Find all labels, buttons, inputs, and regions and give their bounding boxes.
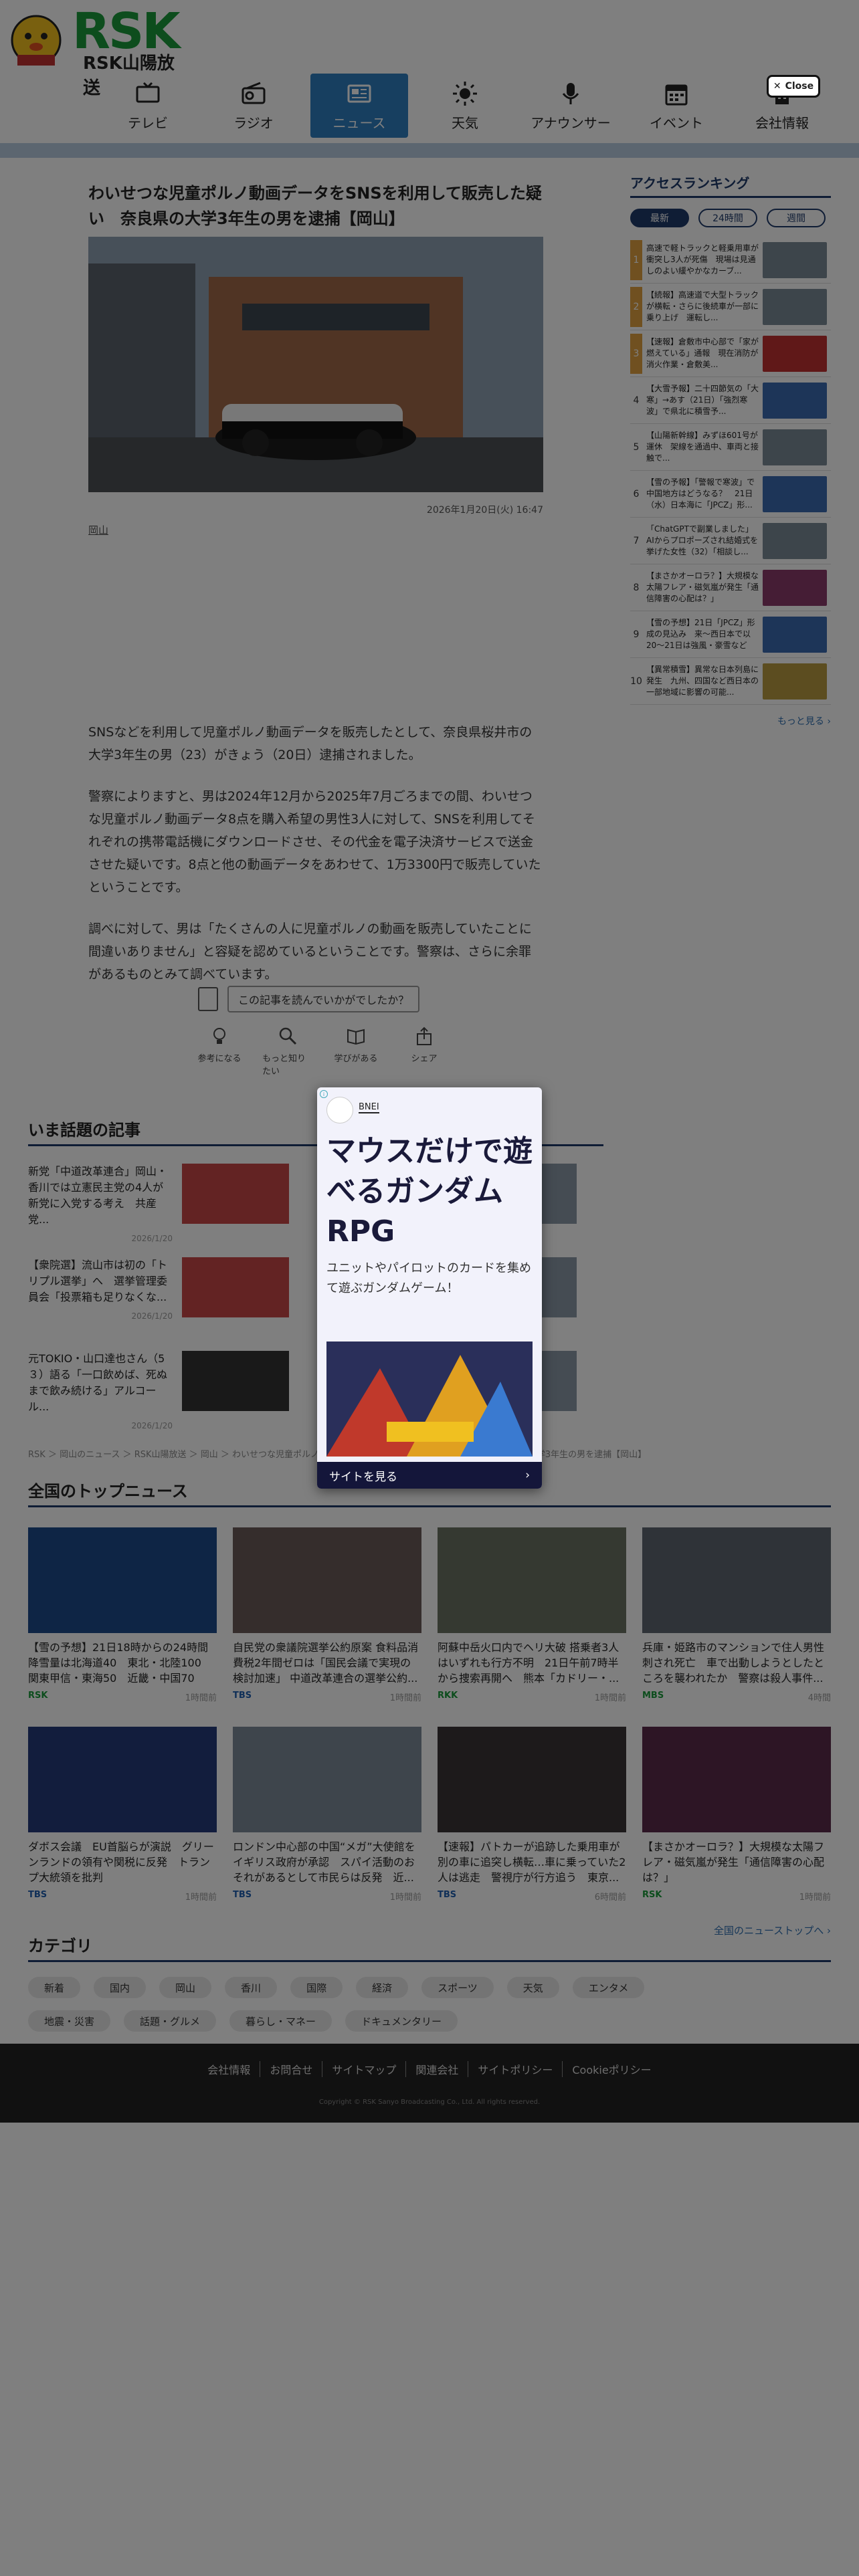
close-button[interactable]: ✕ Close (767, 75, 820, 98)
ad-subtext: ユニットやパイロットのカードを集めて遊ぶガンダムゲーム！ (326, 1261, 531, 1295)
close-icon: ✕ (773, 81, 781, 92)
ad-game-image (326, 1341, 533, 1457)
ad-header: BNEI (317, 1087, 542, 1125)
chevron-right-icon: › (525, 1469, 530, 1482)
ad-brand-name: BNEI (359, 1102, 379, 1113)
ad-brand-logo (326, 1097, 353, 1123)
ad-cta-button[interactable]: サイトを見る › (317, 1462, 542, 1489)
ad-cta-label: サイトを見る (329, 1470, 397, 1484)
close-label: Close (785, 81, 814, 92)
ad-headline: マウスだけで遊べるガンダムRPG (326, 1134, 533, 1249)
ad-game-art (326, 1341, 533, 1457)
ad-modal[interactable]: i BNEI マウスだけで遊べるガンダムRPG ユニットやパイロットのカードを集… (317, 1087, 542, 1489)
